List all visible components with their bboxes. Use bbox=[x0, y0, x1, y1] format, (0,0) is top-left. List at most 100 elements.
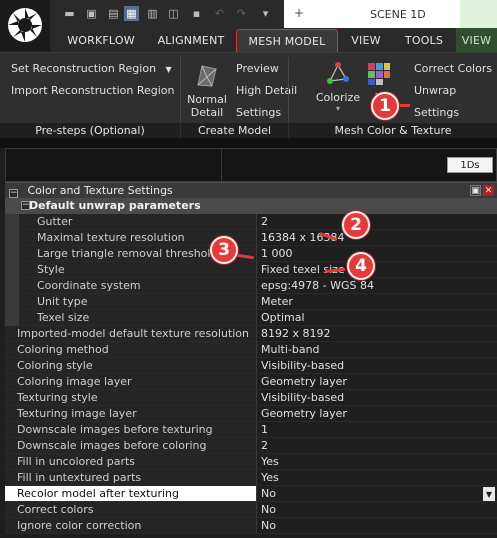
property-value[interactable]: Geometry layer bbox=[257, 406, 497, 421]
property-name: Coordinate system bbox=[5, 278, 257, 293]
restore-icon[interactable]: ▣ bbox=[470, 185, 481, 196]
property-name: Unit type bbox=[5, 294, 257, 309]
property-row[interactable]: Coloring style Visibility-based bbox=[5, 358, 497, 374]
colorize-button[interactable]: Colorize ▾ bbox=[313, 59, 363, 121]
ids-button[interactable]: 1Ds bbox=[447, 157, 493, 173]
ribbon-tabs: WORKFLOW ALIGNMENT MESH MODEL VIEW TOOLS… bbox=[50, 28, 497, 53]
property-row[interactable]: Downscale images before texturing 1 bbox=[5, 422, 497, 438]
property-row[interactable]: Maximal texture resolution 16384 x 16384 bbox=[5, 230, 497, 246]
property-name: Coloring method bbox=[5, 342, 257, 357]
app-logo-icon bbox=[8, 8, 42, 42]
set-reconstruction-region-button[interactable]: Set Reconstruction Region ▼ bbox=[11, 62, 172, 75]
property-name: Gutter bbox=[5, 214, 257, 229]
layout-2-icon[interactable]: ▤ bbox=[106, 6, 121, 21]
property-name: Fill in uncolored parts bbox=[5, 454, 257, 469]
property-value[interactable]: Visibility-based bbox=[257, 358, 497, 373]
property-row-selected[interactable]: Recolor model after texturing No ▼ bbox=[5, 486, 497, 502]
mesh-shape-icon bbox=[197, 65, 217, 87]
property-row[interactable]: Downscale images before coloring 2 bbox=[5, 438, 497, 454]
property-value[interactable]: 2 bbox=[257, 214, 497, 229]
property-row[interactable]: Texturing style Visibility-based bbox=[5, 390, 497, 406]
property-value[interactable]: 2 bbox=[257, 438, 497, 453]
detail-label: Detail bbox=[190, 106, 224, 119]
property-value[interactable]: Visibility-based bbox=[257, 390, 497, 405]
close-icon[interactable]: ✕ bbox=[483, 185, 494, 196]
ribbon: Set Reconstruction Region ▼ Import Recon… bbox=[0, 52, 497, 139]
property-name: Downscale images before coloring bbox=[5, 438, 257, 453]
property-row[interactable]: Large triangle removal threshold 1 000 bbox=[5, 246, 497, 262]
menu-icon[interactable]: ▬ bbox=[62, 6, 77, 21]
tab-view[interactable]: VIEW bbox=[342, 28, 390, 52]
property-row[interactable]: Texturing image layer Geometry layer bbox=[5, 406, 497, 422]
property-value[interactable]: No bbox=[257, 518, 497, 533]
collapse-icon[interactable]: − bbox=[21, 201, 30, 210]
scene-tab[interactable]: + SCENE 1D bbox=[284, 0, 460, 28]
property-row[interactable]: Fill in untextured parts Yes bbox=[5, 470, 497, 486]
property-grid: Gutter 2 Maximal texture resolution 16384 … bbox=[5, 214, 497, 534]
panel-toolbar: 1Ds bbox=[5, 148, 497, 183]
undo-icon[interactable]: ↶ bbox=[212, 6, 227, 21]
marker-1: 1 bbox=[371, 92, 399, 120]
property-row[interactable]: Coloring method Multi-band bbox=[5, 342, 497, 358]
property-row[interactable]: Gutter 2 bbox=[5, 214, 497, 230]
property-value[interactable]: 16384 x 16384 bbox=[257, 230, 497, 245]
save-icon[interactable]: ▪ bbox=[189, 6, 204, 21]
property-value[interactable]: Geometry layer bbox=[257, 374, 497, 389]
property-value[interactable]: 1 bbox=[257, 422, 497, 437]
property-value[interactable]: epsg:4978 - WGS 84 bbox=[257, 278, 497, 293]
property-value[interactable]: No bbox=[257, 486, 497, 501]
property-value[interactable]: Yes bbox=[257, 470, 497, 485]
property-name: Texturing image layer bbox=[5, 406, 257, 421]
mesh-color-settings-button[interactable]: Settings bbox=[414, 106, 459, 119]
layout-4-icon[interactable]: ▥ bbox=[145, 6, 160, 21]
property-name: Coloring style bbox=[5, 358, 257, 373]
tab-mesh-model[interactable]: MESH MODEL bbox=[236, 29, 338, 53]
set-reconstruction-region-label: Set Reconstruction Region bbox=[11, 62, 157, 75]
layout-1-icon[interactable]: ▣ bbox=[84, 6, 99, 21]
right-tab[interactable] bbox=[460, 0, 497, 28]
texture-icon bbox=[368, 63, 390, 85]
property-value[interactable]: Meter bbox=[257, 294, 497, 309]
property-value[interactable]: Yes bbox=[257, 454, 497, 469]
property-value[interactable]: 1 000 bbox=[257, 246, 497, 261]
property-value[interactable]: Multi-band bbox=[257, 342, 497, 357]
marker-2: 2 bbox=[342, 211, 370, 239]
property-row[interactable]: Coordinate system epsg:4978 - WGS 84 bbox=[5, 278, 497, 294]
property-row[interactable]: Unit type Meter bbox=[5, 294, 497, 310]
correct-colors-button[interactable]: Correct Colors bbox=[414, 62, 492, 75]
property-value[interactable]: Optimal bbox=[257, 310, 497, 325]
dropdown-arrow-icon[interactable]: ▼ bbox=[483, 487, 495, 501]
property-row[interactable]: Style Fixed texel size bbox=[5, 262, 497, 278]
preview-button[interactable]: Preview bbox=[236, 62, 279, 75]
property-row[interactable]: Fill in uncolored parts Yes bbox=[5, 454, 497, 470]
quick-access-dropdown-icon[interactable]: ▾ bbox=[258, 6, 273, 21]
normal-detail-button[interactable]: Normal Detail bbox=[185, 59, 229, 121]
property-row[interactable]: Ignore color correction No bbox=[5, 518, 497, 534]
property-name: Coloring image layer bbox=[5, 374, 257, 389]
property-value[interactable]: Fixed texel size bbox=[257, 262, 497, 277]
group-title-create-model: Create Model bbox=[181, 123, 288, 139]
tab-workflow[interactable]: WORKFLOW bbox=[58, 28, 144, 52]
unwrap-button[interactable]: Unwrap bbox=[414, 84, 456, 97]
property-row[interactable]: Imported-model default texture resolutio… bbox=[5, 326, 497, 342]
default-unwrap-header[interactable]: − Default unwrap parameters bbox=[5, 198, 497, 214]
property-row[interactable]: Coloring image layer Geometry layer bbox=[5, 374, 497, 390]
app-logo[interactable] bbox=[0, 0, 50, 50]
property-name: Style bbox=[5, 262, 257, 277]
create-model-settings-button[interactable]: Settings bbox=[236, 106, 281, 119]
layout-3-icon[interactable]: ▦ bbox=[124, 6, 139, 21]
property-name: Downscale images before texturing bbox=[5, 422, 257, 437]
redo-icon[interactable]: ↷ bbox=[234, 6, 249, 21]
tab-tools[interactable]: TOOLS bbox=[396, 28, 452, 52]
property-row[interactable]: Correct colors No bbox=[5, 502, 497, 518]
collapse-icon[interactable]: − bbox=[9, 189, 18, 198]
tab-alignment[interactable]: ALIGNMENT bbox=[150, 28, 232, 52]
property-row[interactable]: Texel size Optimal bbox=[5, 310, 497, 326]
property-name: Correct colors bbox=[5, 502, 257, 517]
import-reconstruction-region-button[interactable]: Import Reconstruction Region bbox=[11, 84, 174, 97]
property-value[interactable]: No bbox=[257, 502, 497, 517]
tab-view-2[interactable]: VIEW bbox=[456, 28, 497, 52]
layout-5-icon[interactable]: ◫ bbox=[166, 6, 181, 21]
property-value[interactable]: 8192 x 8192 bbox=[257, 326, 497, 341]
panel-window-buttons: ▣ ✕ bbox=[470, 185, 494, 196]
